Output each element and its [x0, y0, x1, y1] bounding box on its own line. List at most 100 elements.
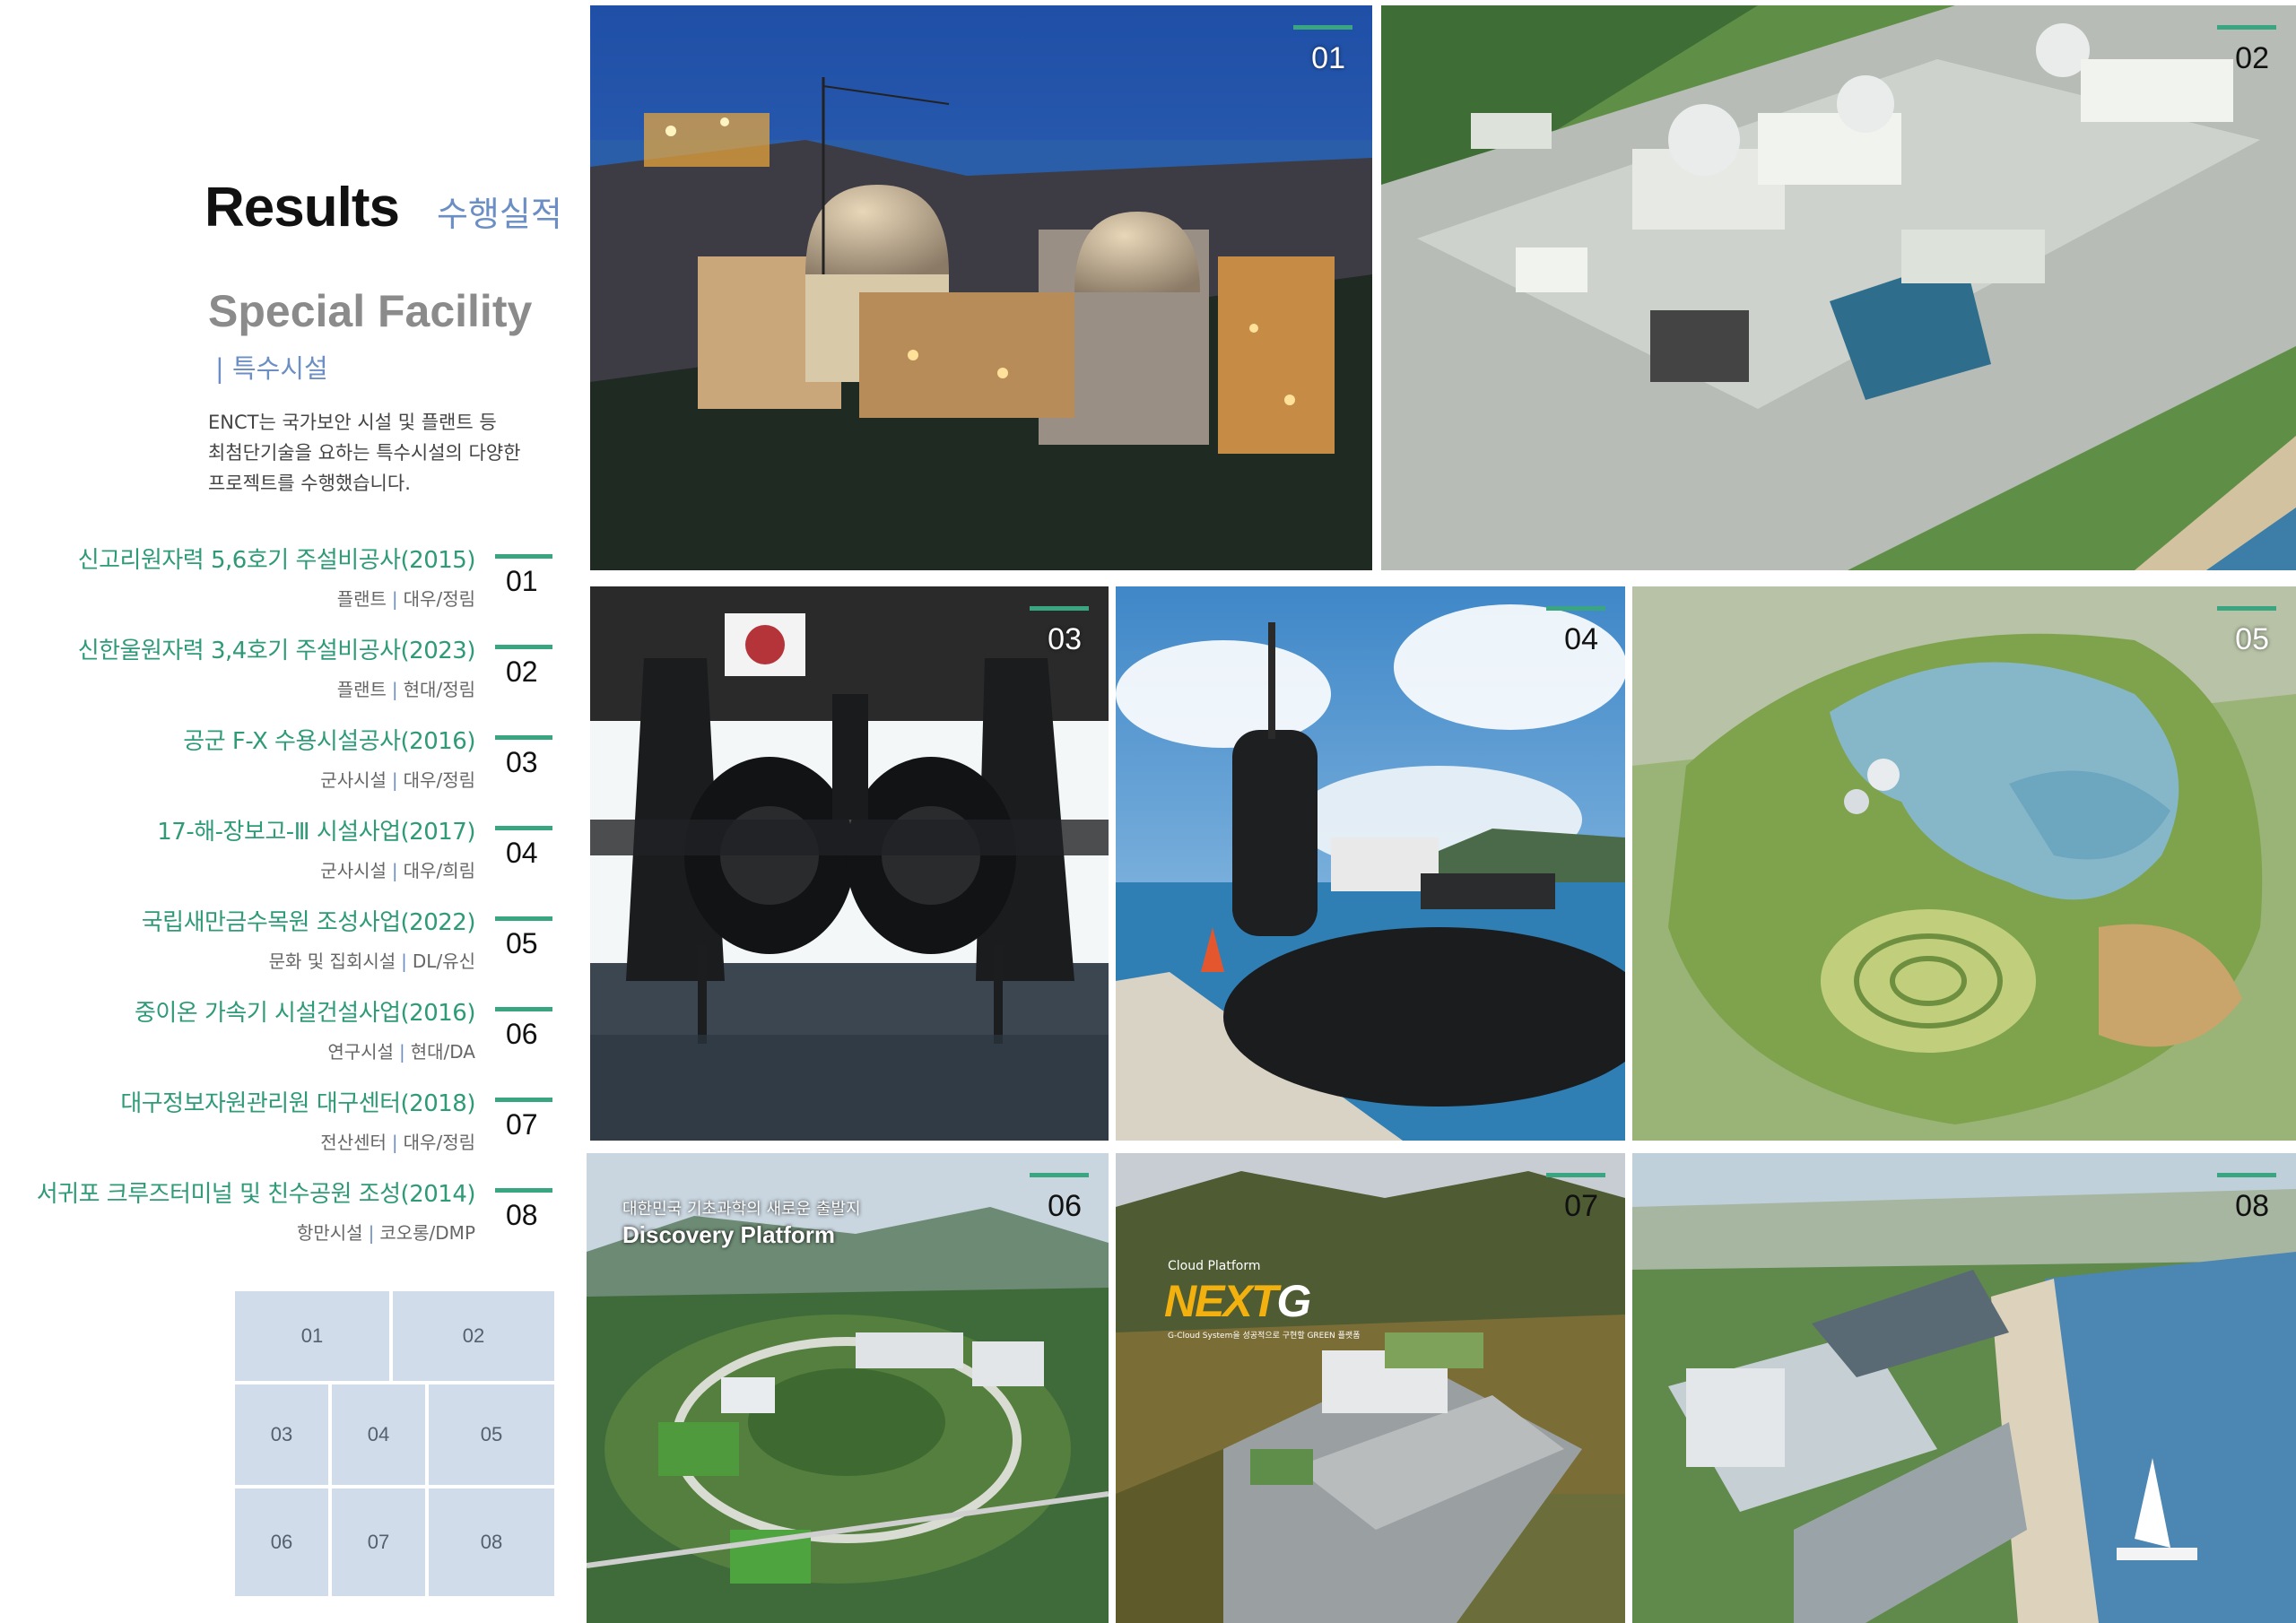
project-category: 연구시설: [327, 1041, 394, 1063]
project-partners: DL/유신: [412, 950, 475, 972]
tile-number: 07: [1564, 1189, 1598, 1223]
project-item: 서귀포 크루즈터미널 및 친수공원 조성(2014) 항만시설 | 코오롱/DMP …: [0, 1176, 574, 1256]
project-item: 신고리원자력 5,6호기 주설비공사(2015) 플랜트 | 대우/정림 01: [0, 542, 574, 622]
project-number: 03: [506, 746, 538, 778]
project-name: 신고리원자력 5,6호기 주설비공사(2015): [77, 547, 476, 574]
meta-separator: |: [398, 1041, 405, 1063]
key-cell: 02: [393, 1291, 554, 1381]
section-title: Special Facility: [208, 286, 533, 336]
project-item: 신한울원자력 3,4호기 주설비공사(2023) 플랜트 | 현대/정림 02: [0, 632, 574, 713]
project-category: 플랜트: [336, 588, 387, 610]
project-item: 국립새만금수목원 조성사업(2022) 문화 및 집회시설 | DL/유신 05: [0, 904, 574, 985]
photo-tile-03: 03: [590, 586, 1109, 1141]
project-category: 문화 및 집회시설: [268, 950, 396, 972]
cloud-platform-label: Cloud Platform: [1168, 1259, 1261, 1273]
project-partners: 대우/정림: [403, 1132, 475, 1153]
key-cell: 03: [235, 1384, 328, 1485]
submarine-dock-image: [1116, 586, 1625, 1141]
meta-separator: |: [391, 588, 398, 610]
tile-number: 03: [1048, 622, 1082, 656]
meta-separator: |: [368, 1222, 375, 1244]
project-meta: 항만시설 | 코오롱/DMP: [297, 1219, 475, 1245]
meta-separator: |: [391, 860, 398, 881]
tile-accent-bar: [2217, 606, 2276, 611]
nuclear-plant-aerial-image: [1381, 5, 2296, 570]
tile-number: 08: [2235, 1189, 2269, 1223]
project-category: 항만시설: [296, 1222, 363, 1244]
project-number: 08: [506, 1199, 538, 1231]
layout-key-grid: 01 02 03 04 05 06 07 08: [235, 1291, 554, 1596]
tile-accent-bar: [1546, 1173, 1605, 1177]
key-cell: 05: [429, 1384, 554, 1485]
project-name: 신한울원자력 3,4호기 주설비공사(2023): [77, 638, 476, 664]
project-item: 공군 F-X 수용시설공사(2016) 군사시설 | 대우/정림 03: [0, 723, 574, 803]
project-partners: 코오롱/DMP: [379, 1222, 475, 1244]
meta-separator: |: [391, 1132, 398, 1153]
accent-bar: [495, 735, 552, 740]
project-name: 서귀포 크루즈터미널 및 친수공원 조성(2014): [36, 1181, 476, 1208]
data-center-aerial-image: [1116, 1153, 1625, 1623]
project-partners: 현대/DA: [410, 1041, 475, 1063]
section-subtitle: | 특수시설: [215, 353, 328, 384]
tile-overlay-subtitle: 대한민국 기초과학의 새로운 출발지: [622, 1200, 861, 1219]
project-name: 대구정보자원관리원 대구센터(2018): [120, 1090, 475, 1117]
page-title-row: Results 수행실적: [204, 176, 562, 239]
project-item: 중이온 가속기 시설건설사업(2016) 연구시설 | 현대/DA 06: [0, 994, 574, 1075]
key-cell: 01: [235, 1291, 389, 1381]
next-logo-mark: G: [1276, 1276, 1311, 1326]
section-description: ENCT는 국가보안 시설 및 플랜트 등 최첨단기술을 요하는 특수시설의 다…: [208, 412, 521, 494]
logo-tagline: G-Cloud System을 성공적으로 구현할 GREEN 플랫폼: [1168, 1332, 1361, 1341]
next-logo-text: NEXT: [1164, 1276, 1278, 1326]
project-partners: 현대/정림: [403, 679, 475, 700]
project-category: 플랜트: [336, 679, 387, 700]
tile-number: 01: [1311, 41, 1345, 75]
page-title-korean: 수행실적: [436, 195, 562, 234]
project-partners: 대우/희림: [403, 860, 475, 881]
nuclear-plant-night-image: [590, 5, 1372, 570]
accent-bar: [495, 1098, 552, 1102]
tile-number: 05: [2235, 622, 2269, 656]
tile-accent-bar: [1293, 25, 1352, 30]
accent-bar: [495, 554, 552, 559]
project-number: 01: [506, 565, 538, 597]
photo-tile-04: 04: [1116, 586, 1625, 1141]
cruise-terminal-image: [1632, 1153, 2296, 1623]
meta-separator: |: [401, 950, 407, 972]
photo-tile-06: 대한민국 기초과학의 새로운 출발지 Discovery Platform 06: [587, 1153, 1109, 1623]
tile-number: 04: [1564, 622, 1598, 656]
project-meta: 문화 및 집회시설 | DL/유신: [269, 947, 475, 973]
page-title: Results: [204, 177, 400, 239]
accent-bar: [495, 916, 552, 921]
key-cell: 04: [332, 1384, 425, 1485]
photo-tile-01: 01: [590, 5, 1372, 570]
project-number: 02: [506, 655, 538, 688]
project-name: 국립새만금수목원 조성사업(2022): [141, 909, 476, 936]
project-name: 17-해-장보고-Ⅲ 시설사업(2017): [157, 819, 475, 846]
key-cell: 07: [332, 1488, 425, 1596]
project-meta: 군사시설 | 대우/정림: [320, 766, 475, 792]
project-meta: 플랜트 | 대우/정림: [337, 585, 475, 611]
project-item: 17-해-장보고-Ⅲ 시설사업(2017) 군사시설 | 대우/희림 04: [0, 813, 574, 894]
accent-bar: [495, 1007, 552, 1011]
accent-bar: [495, 826, 552, 830]
project-partners: 대우/정림: [403, 769, 475, 791]
key-cell: 08: [429, 1488, 554, 1596]
accent-bar: [495, 1188, 552, 1193]
photo-tile-02: 02: [1381, 5, 2296, 570]
project-item: 대구정보자원관리원 대구센터(2018) 전산센터 | 대우/정림 07: [0, 1085, 574, 1166]
tile-overlay-title: Discovery Platform: [622, 1221, 835, 1248]
photo-tile-05: 05: [1632, 586, 2296, 1141]
photo-tile-07: Cloud Platform NEXTG G-Cloud System을 성공적…: [1116, 1153, 1625, 1623]
tile-accent-bar: [1030, 1173, 1089, 1177]
arboretum-aerial-image: [1632, 586, 2296, 1141]
tile-accent-bar: [2217, 25, 2276, 30]
project-number: 05: [506, 927, 538, 959]
key-cell: 06: [235, 1488, 328, 1596]
tile-number: 02: [2235, 41, 2269, 75]
tile-accent-bar: [1546, 606, 1605, 611]
project-partners: 대우/정림: [403, 588, 475, 610]
project-category: 군사시설: [320, 860, 387, 881]
project-meta: 군사시설 | 대우/희림: [320, 856, 475, 882]
project-number: 04: [506, 837, 538, 869]
next-g-logo: NEXTG: [1164, 1275, 1311, 1327]
